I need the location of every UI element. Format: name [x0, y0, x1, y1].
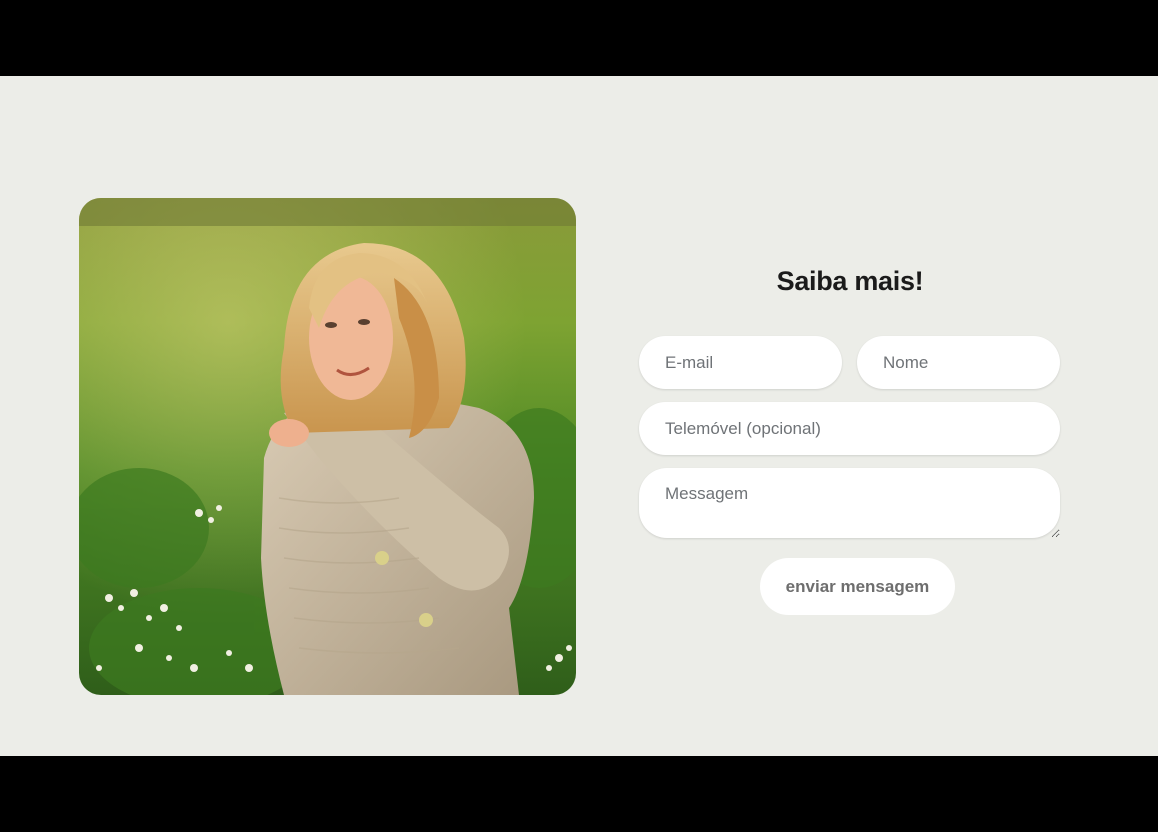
- message-field[interactable]: [639, 468, 1060, 538]
- name-field[interactable]: [857, 336, 1060, 389]
- send-message-button[interactable]: enviar mensagem: [760, 558, 955, 615]
- email-field[interactable]: [639, 336, 842, 389]
- phone-field[interactable]: [639, 402, 1060, 455]
- contact-section: Saiba mais! enviar mensagem: [0, 76, 1158, 756]
- letterbox-top: [0, 0, 1158, 76]
- section-title: Saiba mais!: [776, 266, 924, 296]
- letterbox-bottom: [0, 756, 1158, 832]
- woman-in-meadow-photo: [79, 198, 576, 695]
